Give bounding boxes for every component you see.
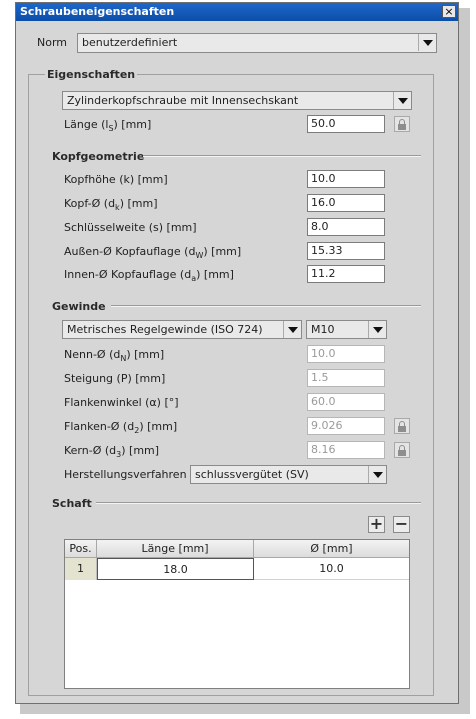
plus-icon: + — [369, 514, 384, 533]
herstellung-label: Herstellungsverfahren — [64, 468, 187, 481]
kopf-field-label: Schlüsselweite (s) [mm] — [64, 221, 197, 234]
laenge-label: Länge (lS) [mm] — [64, 118, 152, 134]
chevron-down-icon — [393, 92, 411, 109]
kopf-field-label: Außen-Ø Kopfauflage (dW) [mm] — [64, 245, 242, 261]
kopf-field-input[interactable]: 11.2 — [307, 265, 385, 283]
chevron-down-icon — [418, 34, 436, 51]
chevron-down-icon — [368, 466, 386, 483]
add-row-button[interactable]: + — [368, 514, 385, 533]
thread-size-select[interactable]: M10 — [306, 320, 387, 339]
gewinde-field-input: 9.026 — [307, 417, 385, 435]
gewinde-separator — [111, 305, 421, 307]
kopf-field-input[interactable]: 16.0 — [307, 194, 385, 212]
kopfgeometrie-title: Kopfgeometrie — [52, 150, 145, 163]
kopf-field-input[interactable]: 10.0 — [307, 170, 385, 188]
norm-label: Norm — [37, 36, 68, 49]
gewinde-title: Gewinde — [52, 300, 106, 313]
norm-select[interactable]: benutzerdefiniert — [77, 33, 437, 53]
gewinde-field-label: Flanken-Ø (d2) [mm] — [64, 420, 178, 436]
cell-pos[interactable]: 1 — [65, 558, 97, 580]
kopfgeometrie-separator — [143, 155, 421, 157]
lock-icon[interactable] — [394, 116, 410, 132]
cell-durchmesser[interactable]: 10.0 — [254, 558, 409, 580]
column-header-laenge[interactable]: Länge [mm] — [97, 540, 254, 558]
window-title: Schraubeneigenschaften — [20, 5, 175, 18]
cell-laenge[interactable]: 18.0 — [97, 558, 254, 580]
gewinde-field-label: Steigung (P) [mm] — [64, 372, 166, 385]
schaft-title: Schaft — [52, 497, 92, 510]
column-header-durchmesser[interactable]: Ø [mm] — [254, 540, 409, 558]
schaft-table: Pos. Länge [mm] Ø [mm] 1 18.0 10.0 — [64, 539, 410, 689]
kopf-field-label: Kopfhöhe (k) [mm] — [64, 173, 168, 186]
eigenschaften-title: Eigenschaften — [45, 68, 138, 81]
kopf-field-label: Innen-Ø Kopfauflage (da) [mm] — [64, 268, 234, 284]
chevron-down-icon — [368, 321, 386, 338]
gewinde-field-input: 60.0 — [307, 393, 385, 411]
chevron-down-icon — [283, 321, 301, 338]
norm-select-value: benutzerdefiniert — [82, 36, 178, 49]
screw-type-select[interactable]: Zylinderkopfschraube mit Innensechskant — [62, 91, 412, 110]
minus-icon: − — [394, 514, 409, 533]
gewinde-field-label: Kern-Ø (d3) [mm] — [64, 444, 160, 460]
close-button[interactable]: × — [442, 5, 456, 18]
herstellung-value: schlussvergütet (SV) — [195, 468, 309, 481]
herstellung-select[interactable]: schlussvergütet (SV) — [190, 465, 387, 484]
lock-icon[interactable] — [394, 442, 410, 458]
gewinde-field-input: 10.0 — [307, 345, 385, 363]
screw-type-value: Zylinderkopfschraube mit Innensechskant — [67, 94, 299, 107]
gewinde-field-label: Flankenwinkel (α) [°] — [64, 396, 179, 409]
laenge-input[interactable]: 50.0 — [307, 115, 385, 133]
lock-icon[interactable] — [394, 418, 410, 434]
kopf-field-input[interactable]: 8.0 — [307, 218, 385, 236]
thread-size-value: M10 — [311, 323, 335, 336]
title-bar[interactable]: Schraubeneigenschaften × — [16, 3, 458, 21]
thread-type-value: Metrisches Regelgewinde (ISO 724) — [67, 323, 263, 336]
kopf-field-input[interactable]: 15.33 — [307, 242, 385, 260]
kopf-field-label: Kopf-Ø (dk) [mm] — [64, 197, 158, 213]
column-header-pos[interactable]: Pos. — [65, 540, 97, 558]
gewinde-field-label: Nenn-Ø (dN) [mm] — [64, 348, 165, 364]
gewinde-field-input: 8.16 — [307, 441, 385, 459]
thread-type-select[interactable]: Metrisches Regelgewinde (ISO 724) — [62, 320, 302, 339]
remove-row-button[interactable]: − — [393, 514, 410, 533]
gewinde-field-input: 1.5 — [307, 369, 385, 387]
schaft-separator — [96, 502, 421, 504]
